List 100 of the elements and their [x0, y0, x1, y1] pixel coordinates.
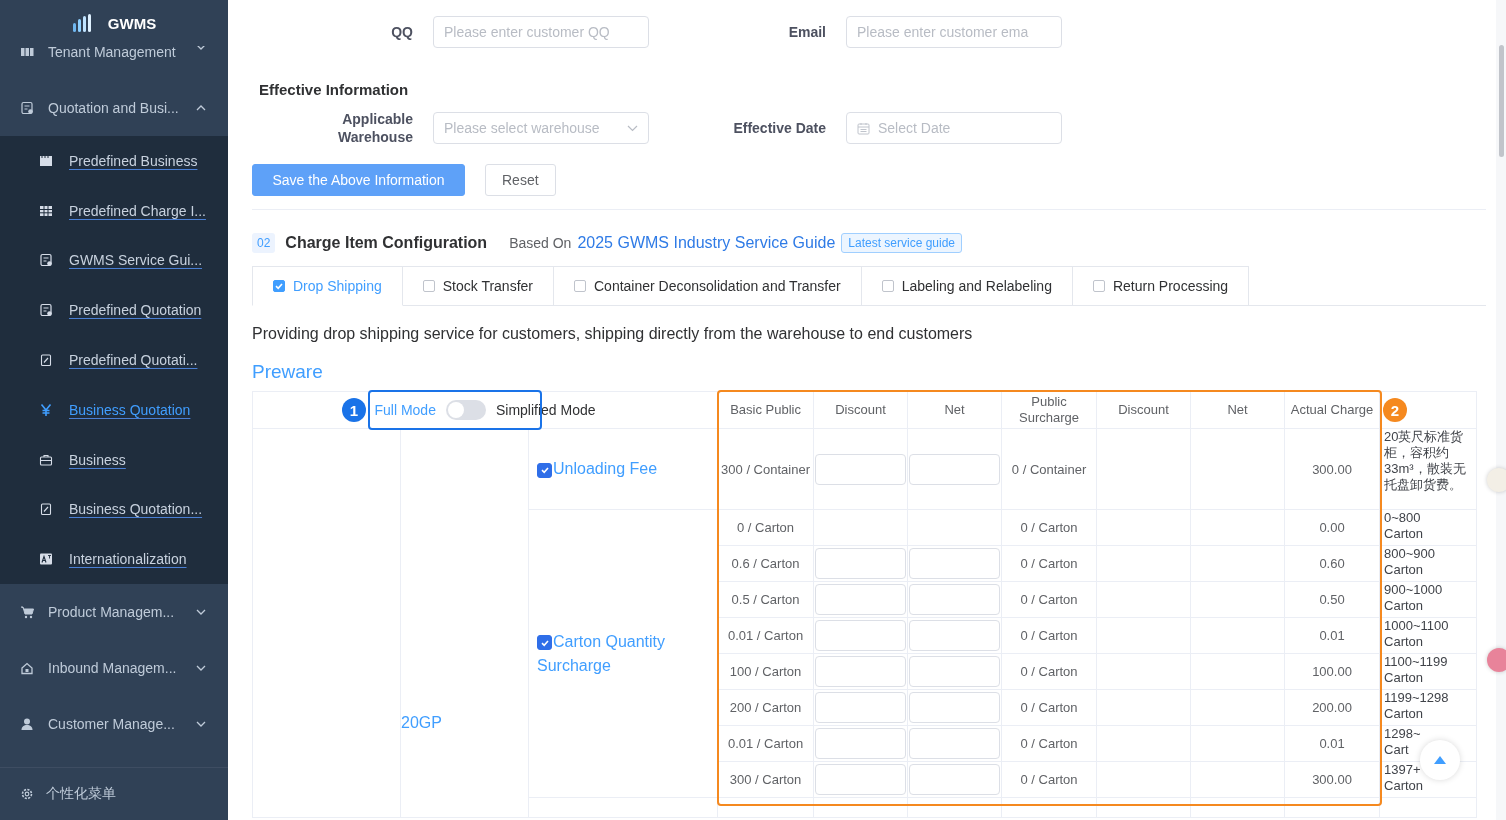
checkbox[interactable]: [422, 280, 435, 292]
user-icon: [20, 717, 34, 732]
submenu-link[interactable]: Internationalization: [69, 551, 187, 568]
column-header: Net: [1190, 391, 1285, 429]
chevron-icon: [627, 124, 638, 132]
calendar-icon: [857, 121, 870, 135]
reset-button[interactable]: Reset: [485, 164, 556, 196]
checkbox[interactable]: [881, 280, 894, 292]
field-label: Email: [787, 23, 827, 41]
table-cell: 0 / Carton: [1020, 556, 1078, 571]
field-label: QQ: [390, 23, 414, 41]
net-input[interactable]: [909, 620, 1001, 651]
table-cell: 0.01: [1319, 628, 1345, 643]
input-field[interactable]: Please enter customer QQ: [433, 16, 649, 48]
net-input[interactable]: [909, 548, 1001, 579]
field-label: Effective Date: [732, 119, 827, 137]
annotation-badge: 1: [342, 398, 366, 422]
net-input[interactable]: [909, 656, 1001, 687]
discount-input[interactable]: [815, 453, 907, 485]
submenu-link[interactable]: Predefined Quotation: [69, 302, 202, 319]
net-input[interactable]: [909, 764, 1001, 795]
note-text: 0~800 Carton: [1384, 510, 1424, 541]
logo-icon: [71, 14, 94, 32]
net-input[interactable]: [909, 728, 1001, 759]
chevron-icon: [196, 721, 206, 728]
full-mode-label: Full Mode: [374, 402, 436, 418]
section-title: Effective Information: [259, 81, 410, 98]
caret-up-icon: [1433, 755, 1447, 765]
step-number: 02: [252, 233, 276, 253]
net-input[interactable]: [909, 453, 1001, 485]
column-header: Public Surcharge: [1001, 391, 1097, 429]
note-text: 900~1000 Carton: [1384, 582, 1443, 613]
checkbox[interactable]: [1092, 280, 1105, 292]
menu-item[interactable]: Quotation and Busi...: [0, 80, 228, 136]
note-text: 800~900 Carton: [1384, 546, 1435, 577]
submenu-link[interactable]: Business Quotation...: [69, 501, 203, 518]
table-cell: 200 / Carton: [729, 700, 802, 715]
column-header: Actual Charge: [1284, 391, 1380, 429]
checkbox[interactable]: [574, 280, 586, 292]
checkbox[interactable]: [273, 280, 285, 292]
input-field[interactable]: Please enter customer ema: [846, 16, 1062, 48]
submenu-link[interactable]: Predefined Quotati...: [69, 352, 198, 369]
menu-item[interactable]: Product Managem...: [0, 584, 228, 641]
submenu-link[interactable]: Predefined Charge I...: [69, 202, 206, 219]
edit-icon: [39, 353, 53, 368]
column-header: Discount: [1096, 391, 1191, 429]
discount-input[interactable]: [815, 620, 907, 651]
menu-item[interactable]: Tenant Management: [0, 46, 228, 80]
chevron-icon: [196, 665, 206, 672]
menu-item[interactable]: Customer Manage...: [0, 696, 228, 753]
note-text: 20英尺标准货柜，容积约33m³，散装无托盘卸货费。: [1384, 429, 1466, 492]
floating-button[interactable]: [1487, 648, 1506, 672]
submenu-link[interactable]: Predefined Business: [69, 152, 198, 169]
table-cell: 0 / Carton: [1020, 700, 1078, 715]
floating-button[interactable]: [1487, 468, 1506, 492]
table-cell: 0.50: [1319, 592, 1345, 607]
checkbox[interactable]: [537, 462, 552, 478]
discount-input[interactable]: [815, 728, 907, 759]
menu-item[interactable]: Inbound Managem...: [0, 640, 228, 697]
folder-icon: [39, 153, 53, 168]
yen-icon: [39, 402, 53, 417]
discount-input[interactable]: [815, 584, 907, 615]
mode-switch[interactable]: [445, 400, 486, 420]
check-icon: [539, 465, 550, 475]
table-cell: 0 / Carton: [1020, 628, 1078, 643]
field-label: Applicable Warehouse: [337, 110, 414, 146]
custom-menu-label[interactable]: 个性化菜单: [46, 785, 116, 803]
table-cell: 100 / Carton: [729, 664, 802, 679]
table-cell: 300 / Container: [721, 461, 810, 477]
table-cell: 0.01: [1319, 736, 1345, 751]
section-heading: Preware: [252, 361, 324, 383]
note-text: 1100~1199 Carton: [1384, 654, 1448, 685]
submenu-link[interactable]: GWMS Service Gui...: [69, 252, 203, 269]
table-cell: 200.00: [1312, 700, 1352, 715]
submenu-link[interactable]: Business Quotation: [69, 401, 191, 418]
net-input[interactable]: [909, 584, 1001, 615]
guide-link[interactable]: 2025 GWMS Industry Service Guide: [577, 234, 836, 252]
table-cell: 0.00: [1319, 520, 1345, 535]
tab[interactable]: Return Processing: [1071, 266, 1250, 305]
discount-input[interactable]: [815, 692, 907, 723]
submenu-link[interactable]: Business: [69, 451, 126, 468]
back-to-top-button[interactable]: [1420, 740, 1460, 780]
table-cell: 0.01 / Carton: [727, 736, 804, 751]
checkbox[interactable]: [537, 635, 552, 650]
table-cell: 0 / Carton: [1020, 736, 1078, 751]
net-input[interactable]: [909, 692, 1001, 723]
chevron-icon: [196, 105, 206, 111]
cart-icon: [20, 605, 34, 620]
scrollbar-thumb[interactable]: [1499, 45, 1504, 157]
table-cell: 0 / Carton: [737, 520, 795, 535]
note-text: 1000~1100 Carton: [1384, 618, 1449, 649]
discount-input[interactable]: [815, 548, 907, 579]
document-icon: [39, 303, 53, 318]
note-text: 1298~ Cart: [1384, 726, 1421, 757]
guide-tag: Latest service guide: [841, 233, 963, 253]
discount-input[interactable]: [815, 656, 907, 687]
discount-input[interactable]: [815, 764, 907, 795]
table-cell: 0.6 / Carton: [731, 556, 800, 571]
section-title: Charge Item Configuration: [285, 234, 488, 252]
description-text: Providing drop shipping service for customers, shipping directly from the warehouse to end customers: [252, 325, 974, 343]
